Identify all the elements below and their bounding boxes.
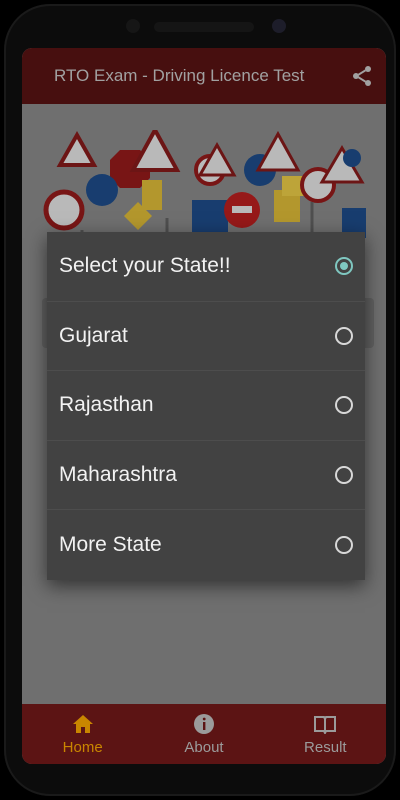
nav-home-label: Home xyxy=(62,738,103,756)
app-screen: RTO Exam - Driving Licence Test Select y… xyxy=(22,48,386,764)
option-label: Select your State!! xyxy=(59,254,231,278)
speaker-grille xyxy=(154,22,254,32)
option-more-state[interactable]: More State xyxy=(47,510,365,580)
radio-unselected-icon[interactable] xyxy=(335,326,353,345)
option-label: Gujarat xyxy=(59,323,128,347)
info-icon xyxy=(193,713,214,734)
option-select-state[interactable]: Select your State!! xyxy=(47,232,365,302)
home-icon xyxy=(72,714,93,733)
front-camera xyxy=(272,19,286,33)
nav-about-label: About xyxy=(184,738,224,756)
option-maharashtra[interactable]: Maharashtra xyxy=(47,441,365,511)
option-rajasthan[interactable]: Rajasthan xyxy=(47,371,365,441)
radio-selected-icon[interactable] xyxy=(335,257,353,276)
option-label: Maharashtra xyxy=(59,463,177,487)
radio-unselected-icon[interactable] xyxy=(335,396,353,415)
nav-about[interactable]: About xyxy=(143,704,264,764)
option-label: More State xyxy=(59,533,162,557)
state-select-dialog: Select your State!! Gujarat Rajasthan Ma… xyxy=(47,232,365,580)
radio-unselected-icon[interactable] xyxy=(335,536,353,555)
nav-result[interactable]: Result xyxy=(265,704,386,764)
option-label: Rajasthan xyxy=(59,393,154,417)
book-icon xyxy=(314,715,337,734)
bottom-navigation: Home About Result xyxy=(22,704,386,764)
phone-frame: RTO Exam - Driving Licence Test Select y… xyxy=(4,4,396,796)
nav-home[interactable]: Home xyxy=(22,704,143,764)
nav-result-label: Result xyxy=(304,738,347,756)
radio-unselected-icon[interactable] xyxy=(335,466,353,485)
option-gujarat[interactable]: Gujarat xyxy=(47,302,365,372)
front-sensor xyxy=(126,19,140,33)
